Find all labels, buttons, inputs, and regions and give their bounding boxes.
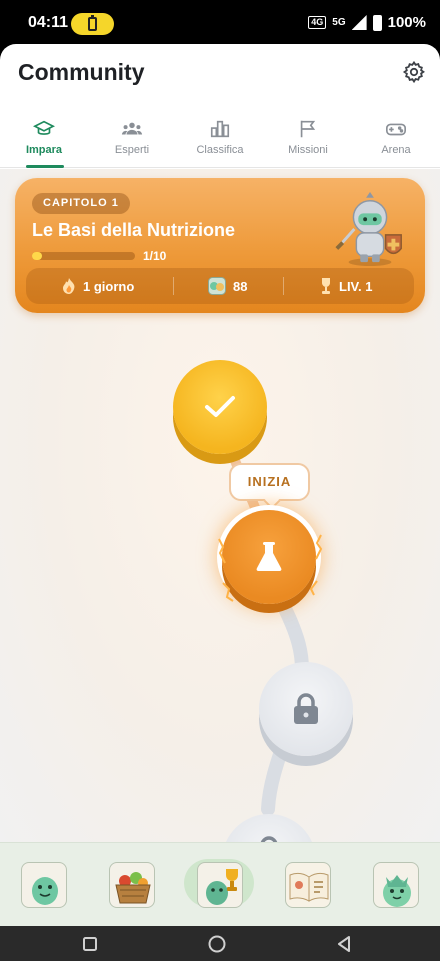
page-title: Community [18, 59, 145, 85]
level-value: LIV. 1 [339, 278, 373, 294]
gear-icon[interactable] [402, 60, 426, 84]
bottom-nav-mascot[interactable] [21, 862, 67, 908]
back-icon[interactable] [337, 936, 351, 952]
book-icon [289, 872, 329, 902]
tab-label: Classifica [196, 144, 244, 156]
bottom-nav-profile[interactable] [373, 862, 419, 908]
lesson-node-locked[interactable] [259, 662, 353, 756]
bar-chart-icon [210, 120, 230, 138]
stats-divider [173, 277, 174, 295]
lock-icon [294, 693, 318, 724]
knight-mascot-icon [335, 191, 402, 267]
check-icon [205, 396, 235, 417]
tab-label: Impara [25, 144, 63, 156]
chapter-progress-bar [32, 252, 135, 260]
tab-active-indicator [26, 165, 64, 168]
tab-classifica[interactable]: Classifica [176, 110, 264, 168]
bottom-nav-achievements[interactable] [197, 862, 243, 908]
gamepad-icon [386, 123, 406, 136]
avatar-coin-icon [208, 277, 226, 295]
bottom-nav-basket[interactable] [109, 862, 155, 908]
battery-percent: 100% [387, 14, 426, 31]
tab-missioni[interactable]: Missioni [264, 110, 352, 168]
tab-bar: Impara Esperti Classifica Missioni Arena [0, 110, 440, 168]
battery-saver-icon [71, 13, 114, 35]
trophy-icon [322, 278, 330, 294]
start-bubble[interactable]: INIZIA [229, 463, 310, 501]
flag-icon [300, 120, 316, 138]
streak-stat: 1 giorno [62, 268, 134, 304]
chapter-card[interactable]: CAPITOLO 1 Le Basi della Nutrizione 1/10 [15, 178, 425, 313]
tab-label: Missioni [288, 144, 328, 156]
app-screen: Community Impara Esperti Classifica Miss… [0, 44, 440, 926]
mascot-icon [32, 877, 58, 905]
system-nav-bar [0, 926, 440, 961]
progress-fill [32, 252, 43, 260]
tab-label: Arena [381, 144, 411, 156]
points-stat: 88 [208, 268, 247, 304]
tab-esperti[interactable]: Esperti [88, 110, 176, 168]
lesson-node-completed[interactable] [173, 360, 267, 454]
sparkle-effect [218, 534, 323, 602]
status-time: 04:11 [28, 14, 69, 31]
chapter-progress-text: 1/10 [143, 249, 167, 263]
tab-arena[interactable]: Arena [352, 110, 440, 168]
signal-icon [351, 15, 367, 30]
learning-path[interactable]: CAPITOLO 1 Le Basi della Nutrizione 1/10 [0, 169, 440, 842]
battery-icon [372, 14, 382, 31]
points-value: 88 [233, 278, 248, 294]
chapter-stats: 1 giorno 88 LIV. 1 [26, 268, 414, 304]
chapter-title: Le Basi della Nutrizione [32, 220, 236, 240]
home-icon[interactable] [208, 935, 226, 953]
streak-value: 1 giorno [83, 278, 135, 294]
status-bar: 04:11 4G 5G 100% [0, 0, 440, 44]
stats-divider [283, 277, 284, 295]
crown-mascot-icon [383, 875, 411, 907]
people-icon [121, 122, 143, 135]
flame-icon [63, 278, 75, 294]
status-icons: 4G 5G 100% [308, 14, 426, 31]
chapter-badge: CAPITOLO 1 [32, 193, 130, 214]
basket-icon [115, 872, 151, 904]
tab-impara[interactable]: Impara [0, 110, 88, 168]
5g-icon: 5G [332, 16, 346, 28]
trophy-mascot-icon [206, 869, 238, 905]
recents-icon[interactable] [83, 937, 97, 951]
volte-icon: 4G [308, 16, 327, 29]
level-stat: LIV. 1 [320, 268, 372, 304]
bottom-nav-book[interactable] [285, 862, 331, 908]
graduation-cap-icon [33, 120, 55, 135]
bottom-nav [0, 842, 440, 926]
tab-label: Esperti [114, 144, 150, 156]
